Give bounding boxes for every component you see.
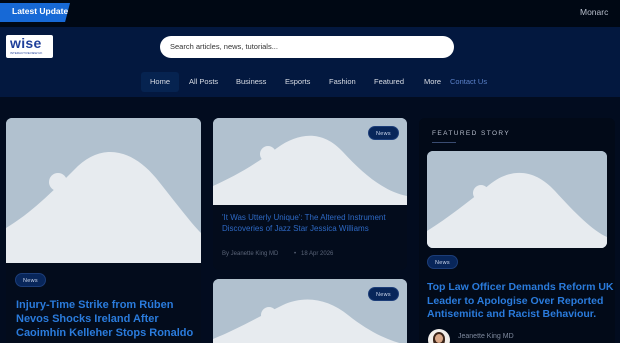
- article-card-3[interactable]: News: [213, 279, 407, 343]
- category-tag[interactable]: News: [368, 126, 399, 140]
- author-name[interactable]: Jeanette King MD: [458, 333, 514, 340]
- article-card-2[interactable]: News 'It Was Utterly Unique': The Altere…: [213, 118, 407, 270]
- nav-more[interactable]: More: [424, 72, 441, 92]
- article-title[interactable]: 'It Was Utterly Unique': The Altered Ins…: [222, 213, 400, 234]
- featured-category-tag[interactable]: News: [427, 255, 458, 269]
- nav-esports[interactable]: Esports: [285, 72, 310, 92]
- article-author: By Jeanette King MD: [222, 251, 279, 257]
- author-avatar: [428, 329, 450, 343]
- nav-home[interactable]: Home: [141, 72, 180, 92]
- featured-author[interactable]: Jeanette King MD: [428, 329, 618, 343]
- featured-image-placeholder[interactable]: [427, 151, 607, 248]
- article-date-separator: •: [294, 251, 297, 257]
- article-title[interactable]: Injury-Time Strike from Rúben Nevos Shoc…: [16, 298, 198, 340]
- featured-divider: [432, 142, 456, 143]
- site-header: wise INTERACTIVEVIEW.UK Search articles,…: [0, 27, 620, 97]
- logo-text: wise: [10, 35, 42, 51]
- search-placeholder: Search articles, news, tutorials...: [170, 42, 278, 51]
- nav-all-posts[interactable]: All Posts: [189, 72, 218, 92]
- latest-update-label: Latest Update: [12, 6, 69, 16]
- article-card-1[interactable]: News Injury-Time Strike from Rúben Nevos…: [6, 118, 201, 343]
- site-logo[interactable]: wise INTERACTIVEVIEW.UK: [6, 35, 53, 58]
- news-ticker[interactable]: Monarc: [580, 7, 608, 17]
- featured-story-label: FEATURED STORY: [432, 130, 511, 137]
- category-tag[interactable]: News: [15, 273, 46, 287]
- search-input[interactable]: Search articles, news, tutorials...: [160, 36, 454, 58]
- article-date: 18 Apr 2026: [301, 251, 334, 257]
- logo-subtext: INTERACTIVEVIEW.UK: [10, 51, 43, 55]
- nav-contact-us[interactable]: Contact Us: [450, 72, 487, 92]
- main-nav: Home All Posts Business Esports Fashion …: [0, 72, 620, 92]
- featured-title[interactable]: Top Law Officer Demands Reform UK Leader…: [427, 281, 617, 322]
- nav-fashion[interactable]: Fashion: [329, 72, 356, 92]
- latest-update-bar: Latest Update Monarc: [0, 0, 620, 27]
- nav-business[interactable]: Business: [236, 72, 266, 92]
- nav-featured[interactable]: Featured: [374, 72, 404, 92]
- category-tag[interactable]: News: [368, 287, 399, 301]
- latest-update-badge: Latest Update: [0, 3, 70, 22]
- article-image-placeholder: [6, 118, 201, 263]
